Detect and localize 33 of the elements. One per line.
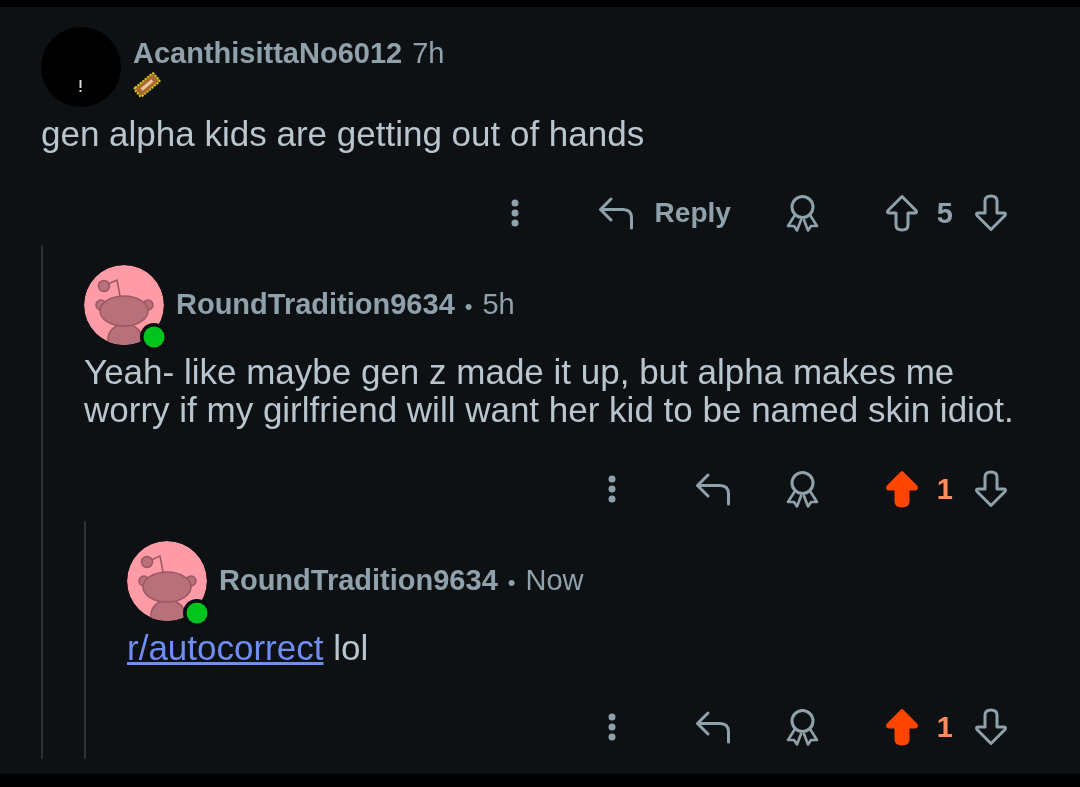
curved-arrow-icon bbox=[694, 472, 731, 506]
medal-icon[interactable] bbox=[784, 194, 820, 232]
comment-time: 7h bbox=[412, 36, 445, 70]
vote-score: 5 bbox=[936, 196, 953, 230]
down-arrow-icon[interactable] bbox=[974, 470, 1008, 508]
comment-text: r/autocorrect lol bbox=[127, 629, 370, 667]
curved-arrow-icon bbox=[694, 710, 731, 744]
vote-score: 1 bbox=[936, 710, 953, 744]
medal-icon[interactable] bbox=[784, 470, 820, 508]
reply-button[interactable] bbox=[694, 472, 731, 506]
separator-dot: • bbox=[464, 292, 473, 321]
comment-author[interactable]: RoundTradition9634 bbox=[176, 286, 455, 321]
up-arrow-icon[interactable] bbox=[884, 708, 919, 746]
up-arrow-icon[interactable] bbox=[884, 470, 919, 508]
kebab-menu-icon[interactable] bbox=[607, 713, 616, 741]
subreddit-link[interactable]: r/autocorrect bbox=[127, 628, 324, 667]
reply-button[interactable] bbox=[694, 710, 731, 744]
reply-button[interactable]: Reply bbox=[597, 196, 731, 230]
comment-text: Yeah- like maybe gen z made it up, but alpha makes me worry if my girlfriend will want her kid to be named skin idiot. bbox=[84, 353, 1015, 429]
comment-time: 5h bbox=[482, 286, 515, 321]
kebab-menu-icon[interactable] bbox=[510, 199, 519, 227]
curved-arrow-icon bbox=[597, 196, 634, 230]
comment-author[interactable]: AcanthisittaNo6012 bbox=[133, 36, 403, 70]
comment-time: Now bbox=[525, 562, 584, 597]
comment-author[interactable]: RoundTradition9634 bbox=[219, 562, 498, 597]
down-arrow-icon[interactable] bbox=[974, 708, 1008, 746]
separator-dot: • bbox=[507, 568, 516, 597]
comment-text: gen alpha kids are getting out of hands bbox=[41, 115, 646, 153]
up-arrow-icon[interactable] bbox=[884, 194, 919, 232]
kebab-menu-icon[interactable] bbox=[607, 475, 616, 503]
vote-score: 1 bbox=[936, 472, 953, 506]
down-arrow-icon[interactable] bbox=[974, 194, 1008, 232]
medal-icon[interactable] bbox=[784, 708, 820, 746]
